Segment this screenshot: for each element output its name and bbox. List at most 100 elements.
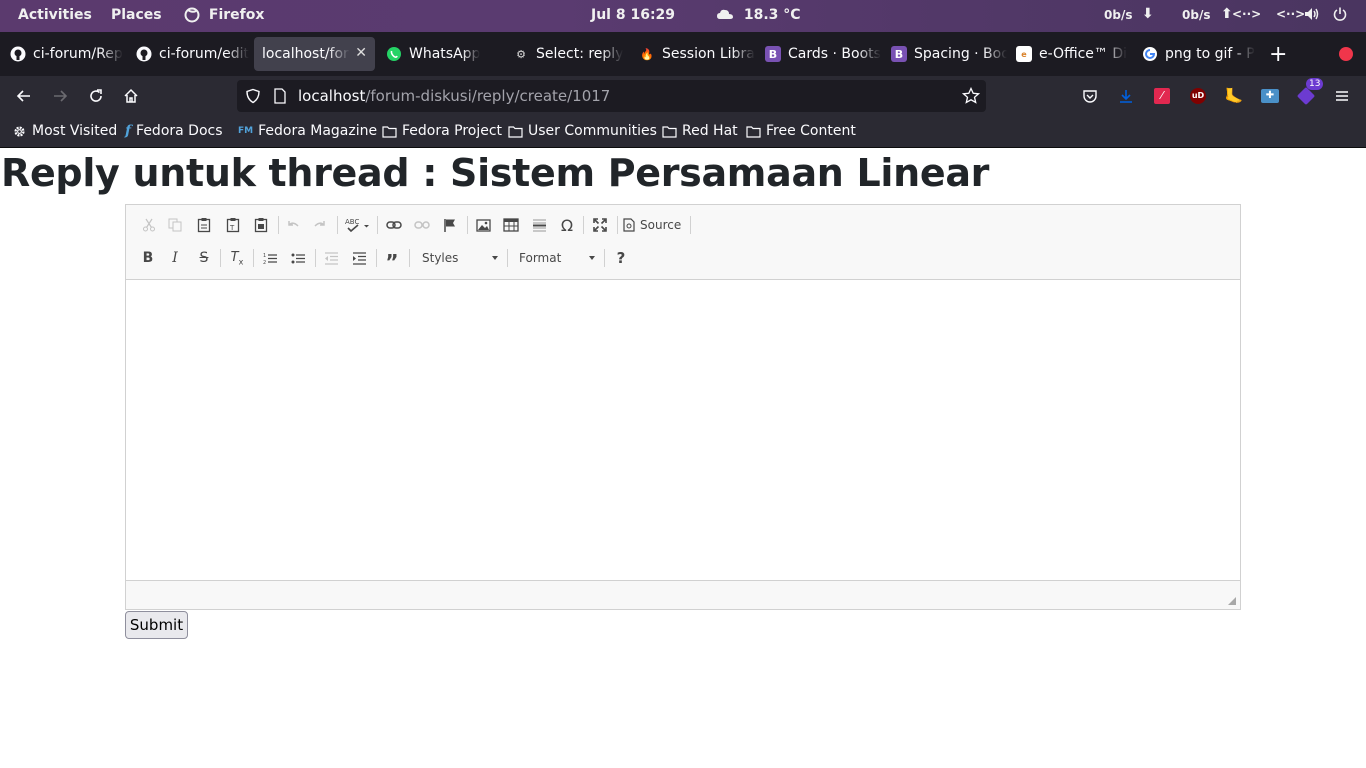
tab-whatsapp[interactable]: WhatsApp (378, 37, 502, 71)
tab-png-to-gif[interactable]: png to gif - P (1134, 37, 1258, 71)
activities-button[interactable]: Activities (18, 7, 92, 23)
italic-button[interactable]: I (164, 247, 186, 269)
weather-indicator[interactable]: 18.3 °C (716, 7, 801, 23)
tab-title: Cards · Boots (788, 46, 881, 62)
submit-button[interactable]: Submit (125, 611, 188, 639)
page-info-icon[interactable] (273, 88, 287, 108)
bootstrap-icon: B (891, 46, 907, 62)
tracking-shield-icon[interactable] (245, 88, 261, 108)
tab-ci-forum-edit[interactable]: ci-forum/edit (128, 37, 252, 71)
translate-extension-button[interactable]: ✚ (1258, 84, 1282, 108)
bookmark-red-hat[interactable]: Red Hat (662, 123, 738, 139)
bold-button[interactable]: B (137, 247, 159, 269)
anchor-button[interactable] (439, 214, 461, 236)
format-dropdown[interactable]: Format (513, 247, 599, 269)
downloads-button[interactable] (1114, 84, 1138, 108)
bookmark-user-communities[interactable]: User Communities (508, 123, 657, 139)
paste-button[interactable] (193, 214, 215, 236)
power-icon[interactable] (1332, 6, 1348, 26)
gear-icon (12, 124, 27, 139)
blockquote-button[interactable]: ” (381, 247, 403, 272)
tab-localhost-forum[interactable]: localhost/forum ✕ (254, 37, 375, 71)
help-button[interactable]: ? (610, 247, 632, 269)
tab-cards-bootstrap[interactable]: B Cards · Boots (757, 37, 881, 71)
app-menu-button[interactable] (1330, 84, 1354, 108)
tab-title: Spacing · Boo (914, 46, 1007, 62)
image-button[interactable] (472, 214, 494, 236)
resize-handle-icon[interactable] (1228, 597, 1236, 605)
clock[interactable]: Jul 8 16:29 (591, 7, 675, 23)
paste-from-word-button[interactable] (250, 214, 272, 236)
bookmark-fedora-docs[interactable]: f Fedora Docs (125, 123, 223, 139)
strikethrough-button[interactable]: S (193, 247, 215, 269)
paste-text-button[interactable]: T (222, 214, 244, 236)
page-title: Reply untuk thread : Sistem Persamaan Li… (1, 151, 990, 195)
remove-format-button[interactable]: Tx (226, 247, 248, 269)
copy-button[interactable] (164, 214, 186, 236)
table-button[interactable] (500, 214, 522, 236)
scissors-icon (143, 218, 155, 232)
pocket-button[interactable] (1078, 84, 1102, 108)
decrease-indent-button[interactable] (320, 247, 342, 269)
close-tab-icon[interactable]: ✕ (355, 45, 367, 61)
spell-check-button[interactable]: ABC (344, 214, 372, 236)
extension-with-badge-button[interactable]: 13 (1294, 78, 1324, 108)
tab-session-library[interactable]: 🔥 Session Libra (631, 37, 755, 71)
url-text[interactable]: localhost/forum-diskusi/reply/create/101… (298, 87, 610, 105)
italic-icon: I (172, 250, 178, 266)
horizontal-line-button[interactable] (528, 214, 550, 236)
bookmark-most-visited[interactable]: Most Visited (12, 123, 117, 139)
temperature: 18.3 °C (743, 7, 801, 23)
toolbar-separator (377, 216, 378, 234)
toolbar-separator (278, 216, 279, 234)
strikethrough-icon: S (199, 250, 209, 266)
bookmark-fedora-magazine[interactable]: FM Fedora Magazine (238, 123, 377, 139)
network-icon[interactable]: <··> (1276, 7, 1305, 21)
ublock-button[interactable]: uD (1186, 84, 1210, 108)
numbered-list-button[interactable]: 12 (259, 247, 281, 269)
unlink-button[interactable] (411, 214, 433, 236)
address-bar[interactable]: localhost/forum-diskusi/reply/create/101… (237, 80, 986, 112)
styles-dropdown[interactable]: Styles (416, 247, 502, 269)
special-character-button[interactable]: Ω (556, 214, 578, 236)
editor-content-area[interactable] (126, 280, 1240, 581)
new-tab-button[interactable]: + (1262, 37, 1294, 71)
codeigniter-icon: 🔥 (640, 47, 654, 61)
toolbar-separator (337, 216, 338, 234)
outdent-icon (324, 251, 338, 265)
paste-word-icon (254, 218, 268, 233)
source-button[interactable]: Source (623, 214, 687, 236)
tab-select-reply[interactable]: ⚙ Select: reply (505, 37, 629, 71)
toolbar-separator (376, 249, 377, 267)
maximize-button[interactable] (589, 214, 611, 236)
tab-title: ci-forum/Rep (33, 46, 123, 62)
forward-button[interactable] (48, 84, 72, 108)
tab-spacing-bootstrap[interactable]: B Spacing · Boo (883, 37, 1007, 71)
back-button[interactable] (12, 84, 36, 108)
undo-button[interactable] (282, 214, 304, 236)
bookmark-free-content[interactable]: Free Content (746, 123, 856, 139)
extension-button[interactable]: ⁄ (1150, 84, 1174, 108)
bookmark-star-icon[interactable] (961, 86, 981, 109)
recording-indicator-icon[interactable] (1339, 47, 1353, 61)
home-button[interactable] (119, 84, 143, 108)
cut-button[interactable] (138, 214, 160, 236)
editor-toolbar: T ABC Ω Source B I S Tx 1 2 ” Styles For… (126, 205, 1240, 280)
redo-button[interactable] (309, 214, 331, 236)
app-menu-firefox[interactable]: Firefox (184, 7, 264, 23)
reload-button[interactable] (84, 84, 108, 108)
forward-arrow-icon (54, 90, 68, 102)
app-name: Firefox (208, 7, 265, 23)
places-menu[interactable]: Places (111, 7, 162, 23)
eoffice-icon: e (1016, 46, 1032, 62)
bulleted-list-button[interactable] (287, 247, 309, 269)
tab-e-office[interactable]: e e-Office™ Di (1008, 37, 1132, 71)
gnome-extension-button[interactable]: 🦶 (1222, 84, 1246, 108)
bookmark-fedora-project[interactable]: Fedora Project (382, 123, 502, 139)
tab-ci-forum-rep[interactable]: ci-forum/Rep (2, 37, 126, 71)
volume-icon[interactable] (1303, 6, 1321, 26)
link-button[interactable] (383, 214, 405, 236)
increase-indent-button[interactable] (348, 247, 370, 269)
clipboard-icon (197, 218, 211, 233)
redo-icon (314, 221, 325, 227)
